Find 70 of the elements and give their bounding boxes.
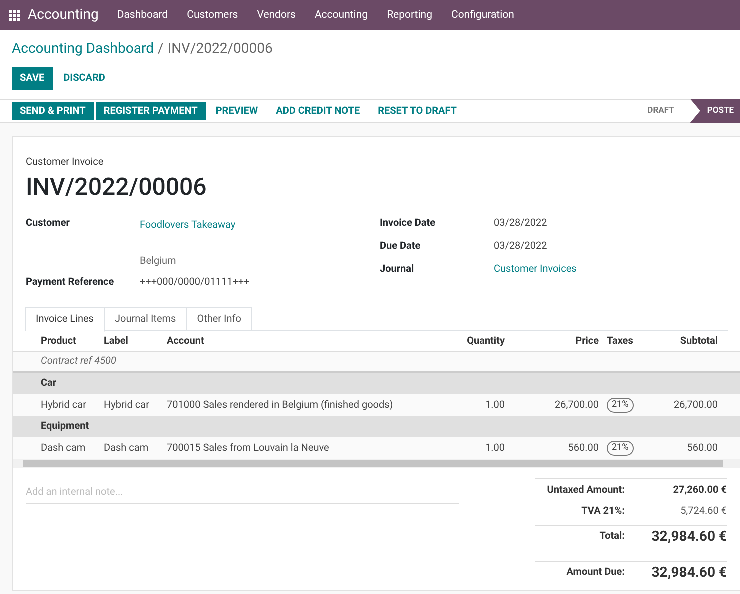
field-label: Invoice Date [380,217,437,231]
menu-item[interactable]: Reporting [378,7,442,23]
note-line: Contract ref 4500 [41,355,116,369]
table-cell-text: Hybrid car [103,398,150,412]
action-button[interactable]: SEND & PRINT [12,102,94,120]
field-label: Journal [380,263,416,277]
total-label: Untaxed Amount: [547,484,625,498]
app-name[interactable]: Accounting [28,4,99,26]
save-button[interactable]: SAVE [12,67,53,90]
menu-item[interactable]: Vendors [248,7,306,23]
action-button[interactable]: PREVIEW [208,102,266,120]
field-value: +++000/0000/01111+++ [140,276,250,290]
action-button[interactable]: RESET TO DRAFT [370,102,465,120]
table-cell-text: Hybrid car [40,398,88,412]
internal-note-field[interactable]: Add an internal note... [26,482,459,504]
apps-menu-icon[interactable] [9,10,20,20]
total-value: 32,984.60 € [650,565,727,581]
table-cell-text: 700015 Sales from Louvain la Neuve [166,442,330,456]
total-label: Total: [600,530,625,544]
breadcrumb-separator: / [158,41,164,57]
table-cell-text: 1.00 [484,398,506,412]
field-label: Due Date [380,240,422,254]
tax-tag: 21% [607,441,634,456]
tab[interactable]: Invoice Lines [25,307,105,332]
invoice-number: INV/2022/00006 [26,172,208,202]
column-header[interactable]: Label [101,334,163,348]
menu-item[interactable]: Accounting [305,7,378,23]
document-type: Customer Invoice [26,156,105,170]
discard-button[interactable]: DISCARD [56,67,114,90]
tax-tag: 21% [607,398,634,413]
table-cell-text: 26,700.00 [554,398,600,412]
column-header[interactable]: Price [515,334,603,348]
field-value: 03/28/2022 [494,217,548,231]
table-cell-text: Dash cam [103,442,150,456]
action-button[interactable]: REGISTER PAYMENT [96,102,206,120]
action-button[interactable]: ADD CREDIT NOTE [268,102,368,120]
menu-item[interactable]: Configuration [442,7,524,23]
menu-item[interactable]: Customers [178,7,248,23]
field-label: Payment Reference [26,276,116,290]
tab[interactable]: Journal Items [104,307,188,331]
table-cell-text: 560.00 [567,442,600,456]
field-value[interactable]: Customer Invoices [494,262,577,277]
column-header[interactable]: Account [163,334,433,348]
tab[interactable]: Other Info [187,307,252,331]
status-stage[interactable]: POSTE [690,99,740,123]
field-value[interactable]: Foodlovers Takeaway [140,218,236,233]
table-cell-text: 701000 Sales rendered in Belgium (finished goods) [166,398,394,412]
address-line: Belgium [140,255,178,269]
breadcrumb-current: INV/2022/00006 [168,41,273,57]
column-header[interactable]: Taxes [603,334,648,348]
table-cell-text: 560.00 [686,442,718,456]
column-header[interactable]: Quantity [433,334,515,348]
table-cell-text: 1.00 [484,442,506,456]
section-heading: Equipment [41,420,90,434]
section-heading: Car [41,377,57,391]
total-label: TVA 21%: [582,505,625,519]
column-header[interactable]: Product [13,334,101,348]
table-cell-text: Dash cam [40,442,87,456]
field-label: Customer [26,217,71,231]
scrollbar[interactable] [23,460,723,467]
breadcrumb-link[interactable]: Accounting Dashboard [12,41,154,57]
menu-item[interactable]: Dashboard [108,7,178,23]
status-stage[interactable]: DRAFT [648,99,690,123]
column-header[interactable]: Subtotal [648,334,718,348]
total-value: 32,984.60 € [650,529,727,545]
total-label: Amount Due: [566,566,625,580]
total-value: 5,724.60 € [680,505,727,519]
table-cell-text: 26,700.00 [673,398,718,412]
total-value: 27,260.00 € [672,484,727,498]
field-value: 03/28/2022 [494,240,548,254]
